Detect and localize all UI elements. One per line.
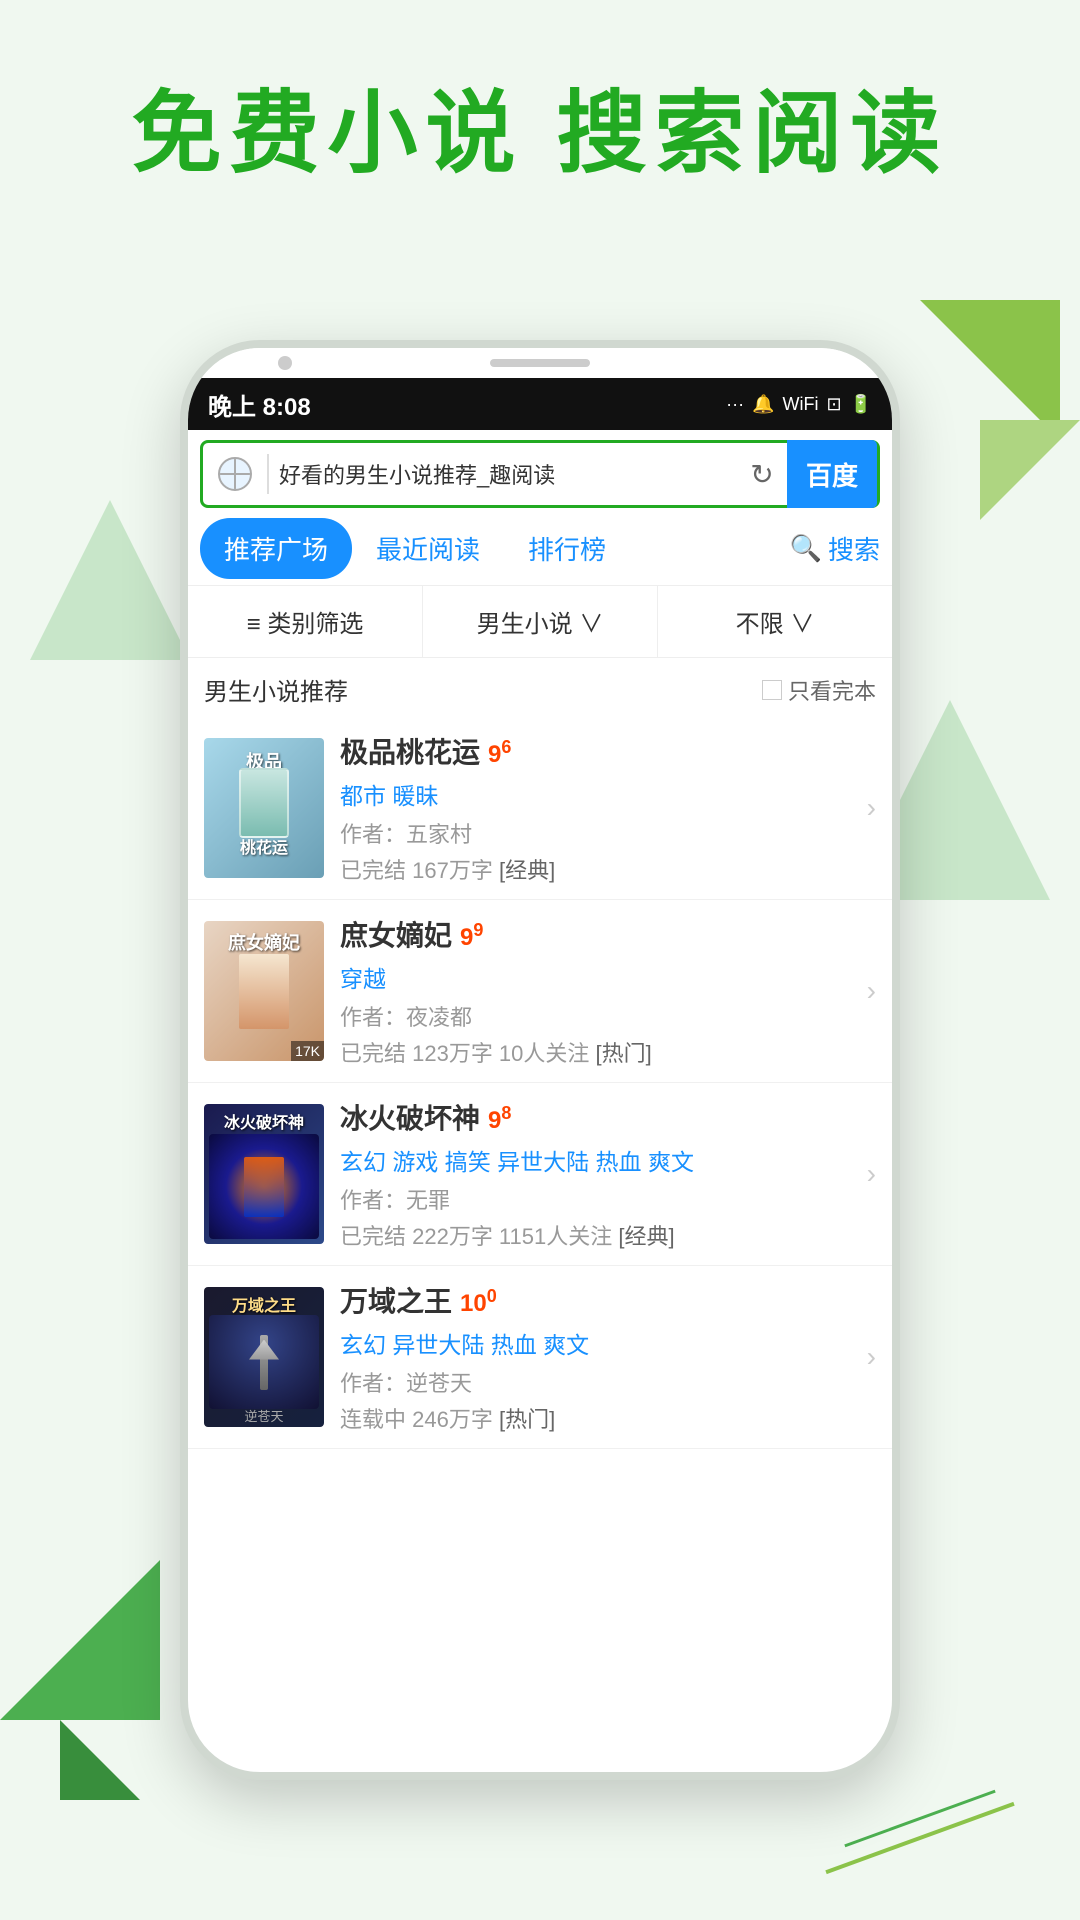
book-title-0: 极品桃花运: [340, 731, 480, 771]
status-icons: ··· 🔔 WiFi ⊡ 🔋: [726, 394, 872, 415]
book-info-1: 庶女嫡妃 99 穿越 作者：夜凌都 已完结 123万字 10人关注 [热门]: [340, 914, 859, 1068]
bg-triangle-mid-right: [980, 420, 1080, 520]
book-title-row-3: 万域之王 100: [340, 1280, 859, 1320]
search-label: 搜索: [828, 530, 880, 567]
filter-bar: ≡ 类别筛选 男生小说 ∨ 不限 ∨: [188, 585, 892, 658]
book-genre-2: 玄幻 游戏 搞笑 异世大陆 热血 爽文: [340, 1143, 859, 1177]
tab-bar: 推荐广场 最近阅读 排行榜 🔍 搜索: [188, 518, 892, 579]
url-divider: [267, 454, 269, 494]
phone-camera: [278, 356, 292, 370]
bg-triangle-bottom-left: [0, 1560, 160, 1720]
mute-icon: 🔔: [752, 394, 774, 415]
book-genre-1: 穿越: [340, 960, 859, 994]
book-title-2: 冰火破坏神: [340, 1097, 480, 1137]
phone-mockup: 晚上 8:08 ··· 🔔 WiFi ⊡ 🔋 好看的男生小说推荐_趣阅读 ↻ 百…: [180, 340, 900, 1780]
phone-top: [188, 348, 892, 378]
book-item-0[interactable]: 极品 桃花运 极品桃花运 96 都市 暖昧 作者：五家村 已完结 167万字 […: [188, 717, 892, 900]
browser-bar: 好看的男生小说推荐_趣阅读 ↻ 百度: [200, 440, 880, 508]
book-rating-2: 98: [488, 1103, 511, 1135]
only-complete-filter[interactable]: 只看完本: [762, 674, 876, 706]
book-item-3[interactable]: 万域之王 逆苍天 万域之王 100 玄幻 异世大陆 热血 爽文 作者：逆苍天 连…: [188, 1266, 892, 1449]
tab-ranking[interactable]: 排行榜: [504, 518, 630, 579]
book-author-1: 作者：夜凌都: [340, 1000, 859, 1032]
bg-line-1: [825, 1802, 1014, 1874]
screen-icon: ⊡: [826, 394, 841, 415]
book-rating-3: 100: [460, 1286, 497, 1318]
book-author-0: 作者：五家村: [340, 817, 859, 849]
book-cover-0: 极品 桃花运: [204, 738, 324, 878]
book-author-2: 作者：无罪: [340, 1183, 859, 1215]
bg-triangle-bottom-left-2: [60, 1720, 140, 1800]
book-genre-0: 都市 暖昧: [340, 777, 859, 811]
book-author-3: 作者：逆苍天: [340, 1366, 859, 1398]
book-cover-3: 万域之王 逆苍天: [204, 1287, 324, 1427]
book-item-2[interactable]: 冰火破坏神 冰火破坏神 98 玄幻 游戏 搞笑 异世大陆 热血 爽文 作者：无罪…: [188, 1083, 892, 1266]
book-rating-0: 96: [488, 737, 511, 769]
book-list: 极品 桃花运 极品桃花运 96 都市 暖昧 作者：五家村 已完结 167万字 […: [188, 717, 892, 1449]
bg-triangle-left: [30, 500, 190, 660]
book-arrow-2: ›: [867, 1158, 876, 1190]
status-time: 晚上 8:08: [208, 387, 311, 422]
filter-limit[interactable]: 不限 ∨: [658, 586, 892, 657]
wifi-icon: WiFi: [783, 394, 819, 415]
book-genre-3: 玄幻 异世大陆 热血 爽文: [340, 1326, 859, 1360]
book-meta-1: 已完结 123万字 10人关注 [热门]: [340, 1036, 859, 1068]
only-complete-checkbox[interactable]: [762, 680, 782, 700]
section-title: 男生小说推荐: [204, 672, 348, 707]
globe-icon: [218, 457, 252, 491]
book-title-row-2: 冰火破坏神 98: [340, 1097, 859, 1137]
book-item-1[interactable]: 庶女嫡妃 17K 庶女嫡妃 99 穿越 作者：夜凌都 已完结 123万字 10人…: [188, 900, 892, 1083]
tab-recommended[interactable]: 推荐广场: [200, 518, 352, 579]
book-info-0: 极品桃花运 96 都市 暖昧 作者：五家村 已完结 167万字 [经典]: [340, 731, 859, 885]
book-cover-2: 冰火破坏神: [204, 1104, 324, 1244]
globe-container: [213, 452, 257, 496]
filter-category[interactable]: ≡ 类别筛选: [188, 586, 423, 657]
book-title-row-1: 庶女嫡妃 99: [340, 914, 859, 954]
book-meta-3: 连载中 246万字 [热门]: [340, 1402, 859, 1434]
battery-icon: 🔋: [850, 394, 872, 415]
book-cover-1: 庶女嫡妃 17K: [204, 921, 324, 1061]
page-title: 免费小说 搜索阅读: [0, 60, 1080, 190]
tab-recent[interactable]: 最近阅读: [352, 518, 504, 579]
section-header: 男生小说推荐 只看完本: [188, 658, 892, 717]
book-meta-0: 已完结 167万字 [经典]: [340, 853, 859, 885]
signal-icon: ···: [726, 394, 744, 415]
filter-gender[interactable]: 男生小说 ∨: [423, 586, 658, 657]
bg-triangle-top-right: [920, 300, 1060, 440]
book-title-row-0: 极品桃花运 96: [340, 731, 859, 771]
book-info-2: 冰火破坏神 98 玄幻 游戏 搞笑 异世大陆 热血 爽文 作者：无罪 已完结 2…: [340, 1097, 859, 1251]
book-title-3: 万域之王: [340, 1280, 452, 1320]
book-rating-1: 99: [460, 920, 483, 952]
only-complete-label: 只看完本: [788, 674, 876, 706]
cover-label-1: 17K: [291, 1041, 324, 1061]
baidu-button[interactable]: 百度: [787, 440, 877, 508]
search-icon: 🔍: [790, 533, 822, 564]
phone-speaker: [490, 359, 590, 367]
book-arrow-3: ›: [867, 1341, 876, 1373]
book-info-3: 万域之王 100 玄幻 异世大陆 热血 爽文 作者：逆苍天 连载中 246万字 …: [340, 1280, 859, 1434]
tab-search[interactable]: 🔍 搜索: [790, 530, 880, 567]
status-bar: 晚上 8:08 ··· 🔔 WiFi ⊡ 🔋: [188, 378, 892, 430]
url-text[interactable]: 好看的男生小说推荐_趣阅读: [279, 458, 737, 490]
book-title-1: 庶女嫡妃: [340, 914, 452, 954]
refresh-button[interactable]: ↻: [737, 449, 787, 499]
book-meta-2: 已完结 222万字 1151人关注 [经典]: [340, 1219, 859, 1251]
book-arrow-1: ›: [867, 975, 876, 1007]
book-arrow-0: ›: [867, 792, 876, 824]
